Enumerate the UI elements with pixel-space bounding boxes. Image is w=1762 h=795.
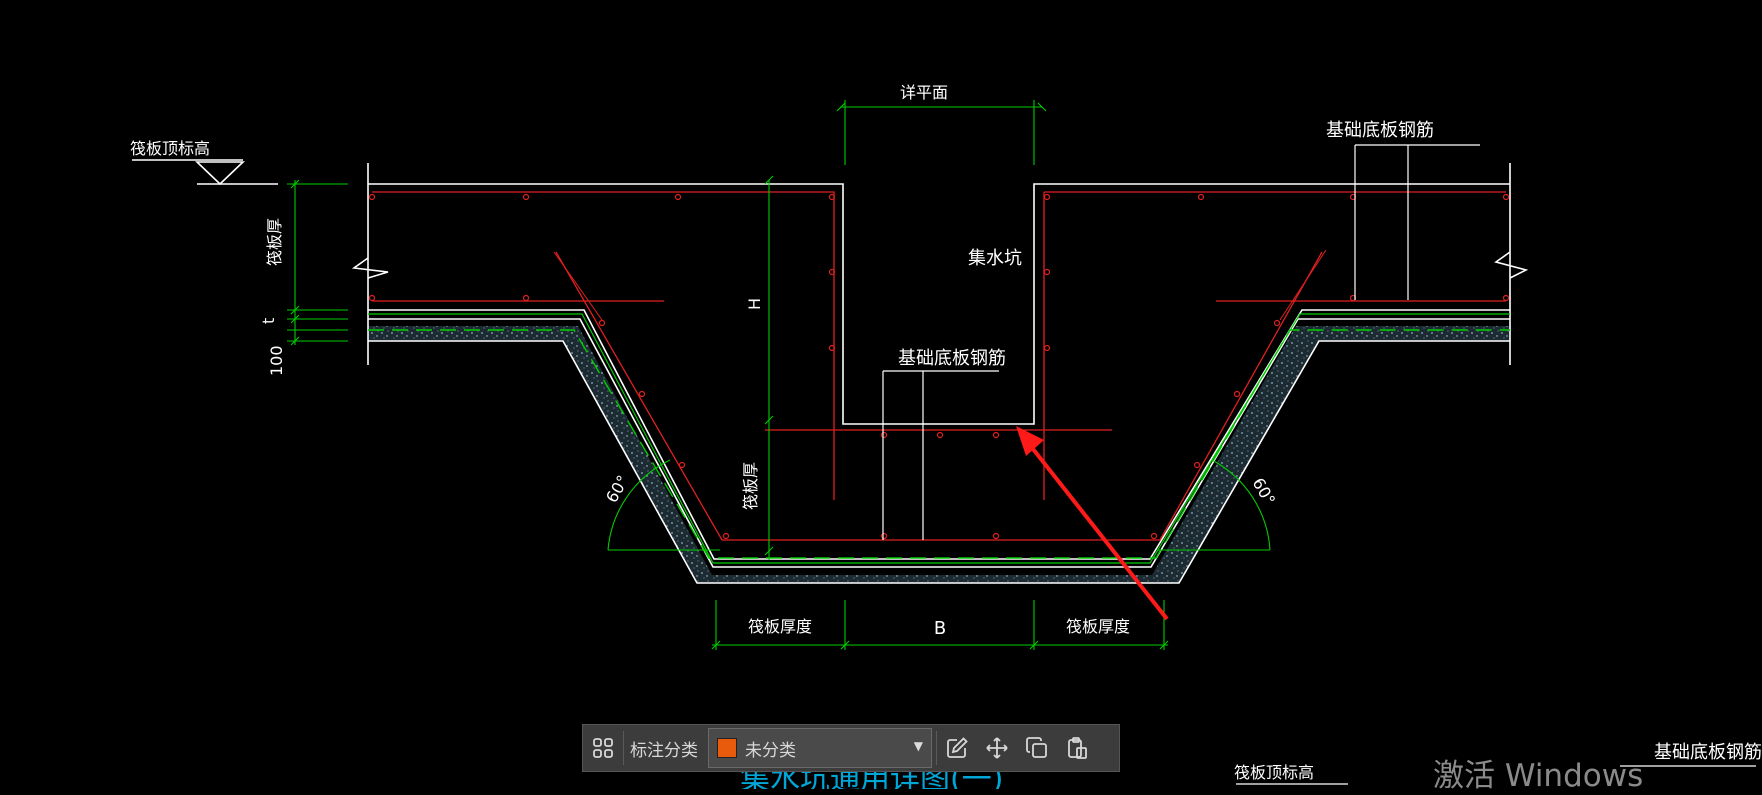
cad-drawing-canvas[interactable]: 筏板顶标高 详平面 基础底板钢筋 集水坑 t 100 H 基础底板钢筋 筏板厚 …: [0, 0, 1762, 789]
raft-thickness-left-label: 筏板厚度: [748, 617, 812, 636]
annotation-category-label: 标注分类: [630, 740, 698, 761]
raft-thickness-vertical-label: 筏板厚: [265, 218, 284, 266]
leader-lines: [882, 144, 1480, 540]
paste-icon[interactable]: [1057, 728, 1097, 768]
extension-lines: [553, 249, 1327, 321]
grid-icon[interactable]: [583, 728, 623, 768]
sump-label: 集水坑: [968, 248, 1022, 269]
angle-right-label: 60°: [1249, 475, 1280, 509]
chevron-down-icon: ▼: [913, 739, 923, 753]
annotation-arrow: [1016, 426, 1169, 621]
angle-left-label: 60°: [602, 472, 633, 506]
edit-icon[interactable]: [937, 728, 977, 768]
windows-activation-watermark: 激活 Windows: [1433, 758, 1644, 794]
detail-plan-label: 详平面: [900, 83, 948, 102]
raft-thickness-right-label: 筏板厚度: [1066, 617, 1130, 636]
copy-icon[interactable]: [1017, 728, 1057, 768]
category-select[interactable]: 未分类 ▼: [708, 728, 932, 768]
H-dim-label: H: [745, 298, 764, 310]
raft-top-elev-label: 筏板顶标高: [130, 139, 210, 158]
category-select-value: 未分类: [745, 740, 796, 761]
slab-outline: [132, 159, 1529, 584]
category-color-swatch: [717, 738, 737, 758]
annotation-toolbar: 标注分类 未分类 ▼: [582, 724, 1120, 772]
base-rebar-center-label: 基础底板钢筋: [898, 348, 1006, 369]
dim-100-label: 100: [267, 345, 286, 376]
B-dim-label: B: [934, 618, 946, 639]
t-dim-label: t: [259, 318, 278, 324]
base-rebar-bottom-right-label: 基础底板钢筋: [1654, 742, 1762, 763]
raft-top-elev-bottom-label: 筏板顶标高: [1234, 763, 1314, 782]
base-rebar-top-right-label: 基础底板钢筋: [1326, 120, 1434, 141]
move-icon[interactable]: [977, 728, 1017, 768]
raft-thickness-small-label: 筏板厚: [741, 462, 760, 510]
